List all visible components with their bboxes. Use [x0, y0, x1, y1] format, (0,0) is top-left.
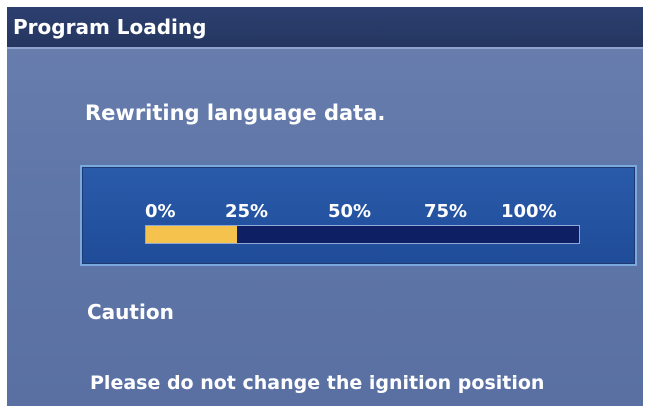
progress-tick-label-100: 100%: [501, 201, 557, 222]
screen-title: Program Loading: [13, 15, 207, 39]
progress-tick-label-50: 50%: [328, 201, 372, 222]
progress-tick-label-0: 0%: [145, 201, 176, 222]
status-message: Rewriting language data.: [85, 101, 386, 125]
progress-tick-label-75: 75%: [424, 201, 468, 222]
progress-fill: [146, 226, 237, 243]
progress-tick-label-25: 25%: [225, 201, 269, 222]
title-bar: Program Loading: [7, 7, 643, 49]
progress-track: [145, 225, 580, 244]
caution-heading: Caution: [87, 300, 174, 324]
caution-message: Please do not change the ignition positi…: [90, 372, 545, 394]
progress-panel: 0% 25% 50% 75% 100%: [80, 165, 637, 266]
loading-screen: Program Loading Rewriting language data.…: [7, 7, 643, 406]
